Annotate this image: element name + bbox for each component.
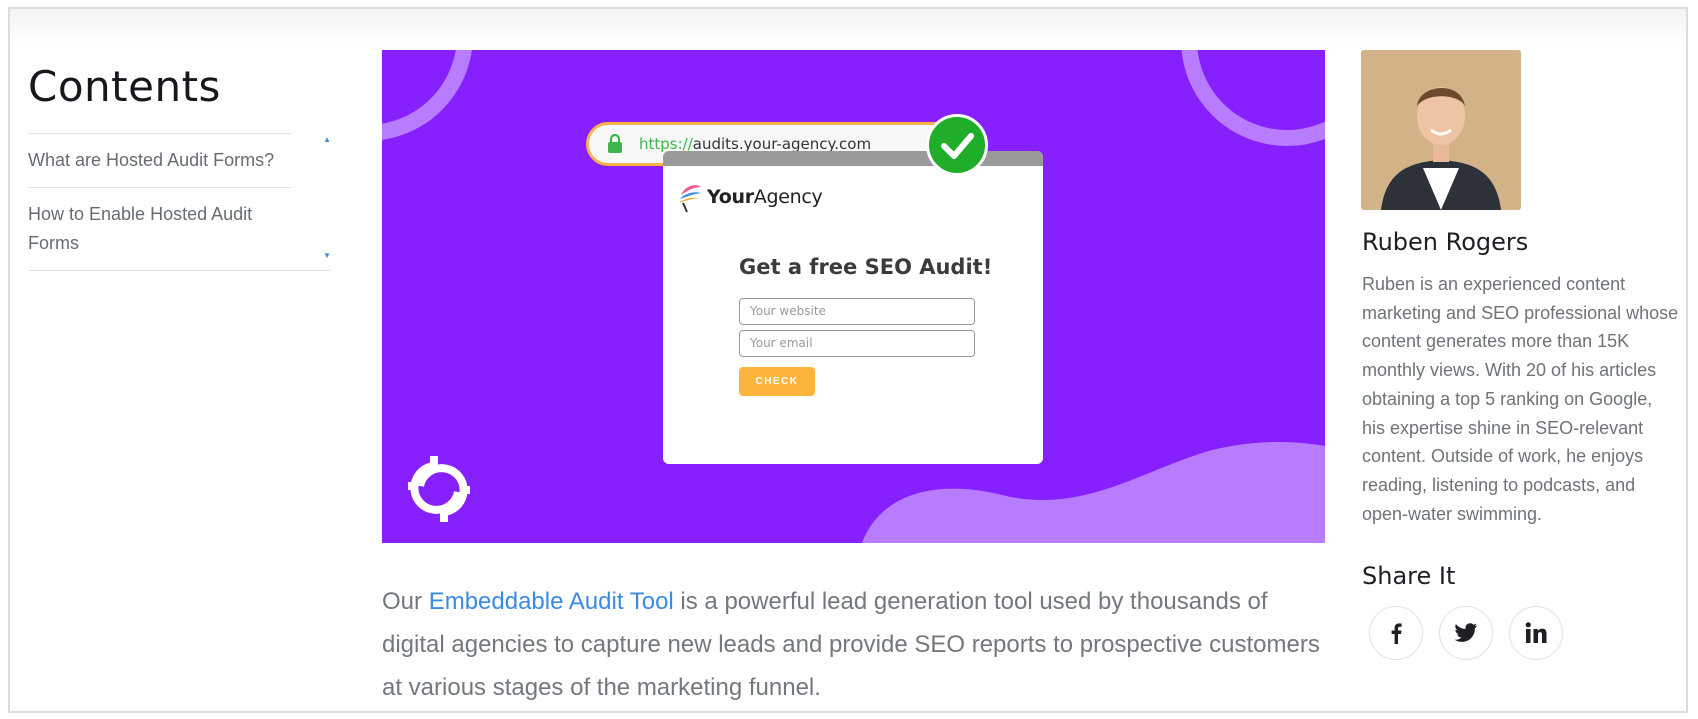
email-input: Your email xyxy=(739,330,975,357)
check-button: CHECK xyxy=(739,367,815,396)
linkedin-icon xyxy=(1525,622,1547,643)
website-input: Your website xyxy=(739,298,975,325)
brand-gear-logo-icon xyxy=(408,456,470,522)
verified-check-badge xyxy=(926,114,988,176)
twitter-icon xyxy=(1454,623,1477,642)
form-heading: Get a free SEO Audit! xyxy=(739,255,993,279)
agency-name: YourAgency xyxy=(707,186,823,208)
scroll-up-arrow-icon[interactable]: ▲ xyxy=(323,136,331,144)
contents-title: Contents xyxy=(28,62,221,111)
toc-item-enable-hosted-audit-forms[interactable]: How to Enable Hosted Audit Forms xyxy=(28,187,291,270)
facebook-share-button[interactable] xyxy=(1369,606,1423,660)
author-bio: Ruben is an experienced content marketin… xyxy=(1362,274,1679,524)
lock-icon xyxy=(608,134,622,153)
author-name: Ruben Rogers xyxy=(1362,228,1529,256)
twitter-share-button[interactable] xyxy=(1439,606,1493,660)
author-avatar xyxy=(1361,50,1521,210)
facebook-icon xyxy=(1391,623,1402,644)
hero-image: https://audits.your-agency.com YourAgenc… xyxy=(382,50,1325,543)
intro-paragraph: Our Embeddable Audit Tool is a powerful … xyxy=(382,588,1320,701)
toc-divider xyxy=(28,270,331,271)
checkmark-icon xyxy=(941,133,974,159)
linkedin-share-button[interactable] xyxy=(1509,606,1563,660)
table-of-contents: ▲ What are Hosted Audit Forms? How to En… xyxy=(28,133,331,271)
author-photo xyxy=(1361,50,1521,210)
audit-form-card: YourAgency Get a free SEO Audit! Your we… xyxy=(663,151,1043,464)
embeddable-audit-tool-link[interactable]: Embeddable Audit Tool xyxy=(429,588,674,615)
toc-item-hosted-audit-forms[interactable]: What are Hosted Audit Forms? xyxy=(28,133,291,187)
scroll-down-arrow-icon[interactable]: ▼ xyxy=(323,252,331,260)
share-title: Share It xyxy=(1362,562,1456,590)
agency-logo-icon xyxy=(679,185,701,213)
